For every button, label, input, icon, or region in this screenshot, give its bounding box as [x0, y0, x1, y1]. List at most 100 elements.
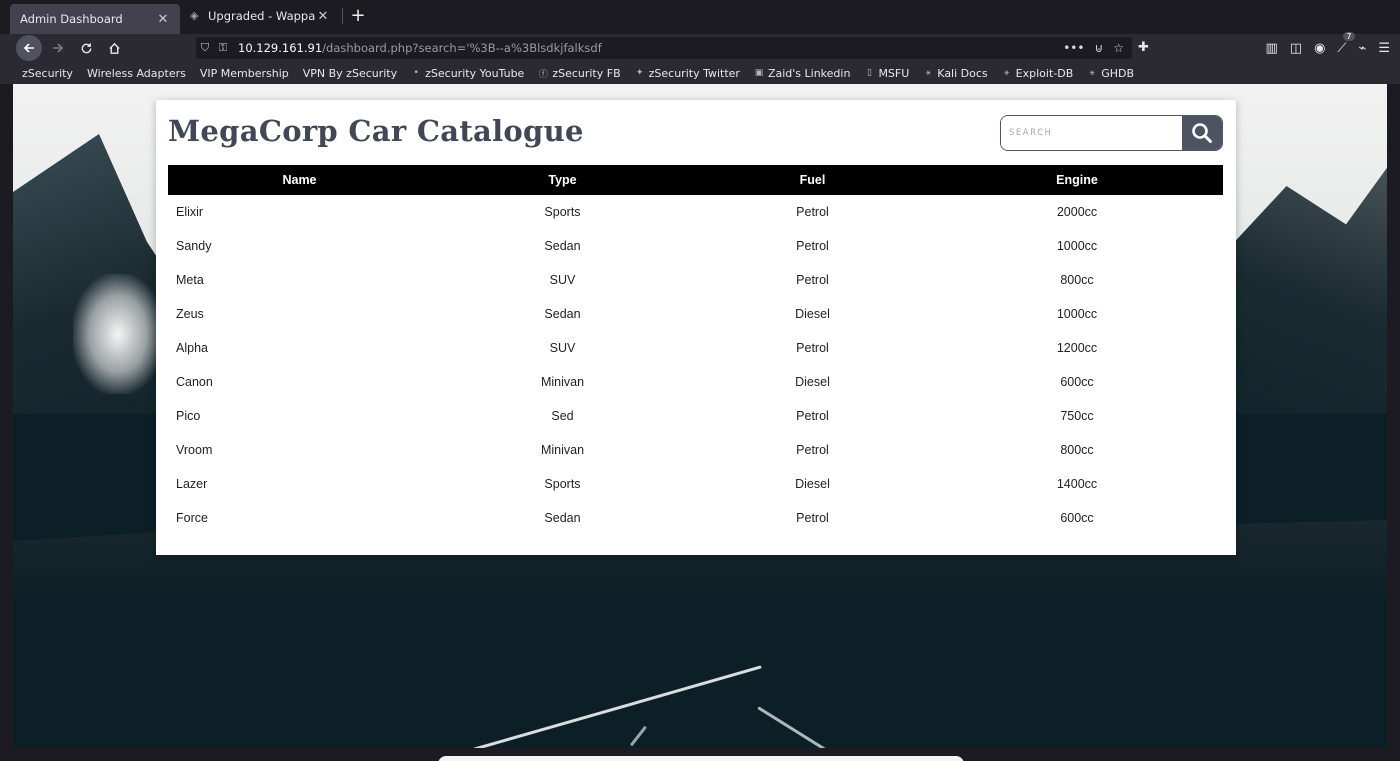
cell-fuel: Diesel — [795, 477, 830, 491]
shield-icon[interactable]: ⛉ — [196, 41, 214, 55]
cell-type: SUV — [549, 341, 576, 355]
cell-fuel: Petrol — [796, 511, 829, 525]
page-info-icon[interactable]: ⚿ — [214, 41, 232, 55]
bottom-notification — [438, 756, 964, 761]
reload-button[interactable] — [74, 36, 98, 60]
library-icon[interactable]: ▥ — [1265, 41, 1277, 56]
bookmark-youtube[interactable]: • zSecurity YouTube — [411, 67, 524, 80]
bookmark-linkedin[interactable]: ▣ Zaid's Linkedin — [754, 66, 851, 80]
cell-engine: 800cc — [1060, 443, 1094, 457]
close-tab-icon[interactable]: ✕ — [156, 12, 170, 27]
table-row: Meta SUV Petrol 800cc — [168, 263, 1223, 297]
menu-icon[interactable]: ☰ — [1378, 41, 1390, 56]
cell-type: Minivan — [540, 375, 585, 389]
cell-fuel: Petrol — [796, 443, 829, 457]
tab-separator — [342, 8, 343, 24]
bookmark-msfu[interactable]: ▯ MSFU — [864, 67, 909, 80]
bookmark-label: MSFU — [878, 66, 910, 80]
bookmark-fb[interactable]: ⓕ zSecurity FB — [538, 66, 621, 80]
twitter-icon: ✦ — [635, 68, 644, 78]
wappalyzer-icon: ◈ — [190, 9, 199, 22]
table-header-row: Name Type Fuel Engine — [168, 165, 1223, 195]
bookmark-label: Zaid's Linkedin — [767, 66, 851, 80]
cell-fuel: Petrol — [796, 205, 829, 219]
address-bar[interactable]: ⛉ ⚿ 10.129.161.91 /dashboard.php?search=… — [196, 37, 1132, 59]
table-row: Alpha SUV Petrol 1200cc — [168, 331, 1223, 365]
wappalyzer-extension-icon[interactable]: ⟋ 7 — [1337, 31, 1355, 56]
cell-name: Meta — [176, 273, 204, 287]
catalogue-panel: MegaCorp Car Catalogue Name Type Fuel — [156, 100, 1236, 555]
cell-fuel: Diesel — [795, 375, 830, 389]
car-catalogue-table: Name Type Fuel Engine Elixir Sports Petrol… — [168, 165, 1223, 535]
cell-engine: 750cc — [1060, 409, 1094, 423]
msfu-icon: ▯ — [866, 68, 872, 78]
forward-arrow-icon — [53, 43, 64, 53]
bookmark-exploit-db[interactable]: ⚹ Exploit-DB — [1002, 67, 1073, 80]
cell-engine: 1000cc — [1056, 239, 1098, 253]
new-tab-button[interactable]: + — [345, 4, 371, 30]
cell-type: Minivan — [540, 443, 585, 457]
column-header-fuel: Fuel — [799, 173, 826, 187]
table-row: Force Sedan Petrol 600cc — [168, 501, 1223, 535]
extensions-icon[interactable]: ✚ — [1138, 40, 1149, 55]
column-header-name: Name — [282, 173, 317, 187]
search-button[interactable] — [1182, 116, 1222, 150]
bookmark-label: zSecurity Twitter — [648, 66, 740, 80]
cell-fuel: Petrol — [796, 273, 829, 287]
sidebar-icon[interactable]: ◫ — [1290, 41, 1302, 56]
cell-engine: 1400cc — [1056, 477, 1098, 491]
home-button[interactable] — [102, 36, 126, 60]
column-header-type: Type — [548, 173, 577, 187]
bookmark-label: GHDB — [1101, 66, 1135, 80]
table-body: Elixir Sports Petrol 2000cc Sandy Sedan Petrol… — [168, 195, 1223, 535]
account-icon[interactable]: ◉ — [1314, 41, 1325, 56]
cell-fuel: Petrol — [796, 341, 829, 355]
page-title: MegaCorp Car Catalogue — [168, 114, 584, 148]
bookmark-label: VIP Membership — [199, 66, 289, 80]
url-host: 10.129.161.91 — [238, 41, 323, 55]
extension-icon[interactable]: ⌁ — [1359, 41, 1367, 56]
bookmark-label: zSecurity YouTube — [425, 66, 525, 80]
cell-type: Sedan — [544, 239, 581, 253]
cell-name: Force — [176, 511, 208, 525]
tab-strip: Admin Dashboard ✕ ◈ Upgraded - Wappalyze… — [0, 0, 1400, 34]
table-row: Vroom Minivan Petrol 800cc — [168, 433, 1223, 467]
table-row: Lazer Sports Diesel 1400cc — [168, 467, 1223, 501]
tab-wappalyzer[interactable]: ◈ Upgraded - Wappalyzer ✕ — [180, 2, 340, 30]
bookmark-twitter[interactable]: ✦ zSecurity Twitter — [635, 67, 740, 80]
table-row: Zeus Sedan Diesel 1000cc — [168, 297, 1223, 331]
page-actions-icon[interactable]: ••• — [1063, 41, 1084, 55]
cell-name: Zeus — [176, 307, 204, 321]
bookmark-label: zSecurity — [22, 66, 73, 80]
bookmark-ghdb[interactable]: ⚹ GHDB — [1087, 66, 1135, 80]
forward-button[interactable] — [46, 36, 70, 60]
search-input[interactable] — [1001, 116, 1182, 150]
table-row: Elixir Sports Petrol 2000cc — [168, 195, 1223, 229]
bookmark-wireless-adapters[interactable]: Wireless Adapters — [87, 67, 186, 80]
cell-engine: 1000cc — [1056, 307, 1098, 321]
back-button[interactable] — [16, 35, 42, 61]
cell-engine: 800cc — [1060, 273, 1094, 287]
cell-fuel: Diesel — [795, 307, 830, 321]
toolbar-right: ▥ ◫ ◉ ⟋ 7 ⌁ ☰ — [1265, 31, 1390, 62]
reload-icon — [81, 42, 91, 53]
bookmark-star-icon[interactable]: ☆ — [1113, 41, 1124, 55]
tab-admin-dashboard[interactable]: Admin Dashboard ✕ — [10, 4, 180, 34]
navigation-toolbar: ⛉ ⚿ 10.129.161.91 /dashboard.php?search=… — [0, 31, 1400, 62]
cell-type: Sedan — [544, 511, 581, 525]
search-icon — [1192, 123, 1212, 143]
bookmark-vpn[interactable]: VPN By zSecurity — [303, 67, 397, 80]
bookmarks-toolbar: zSecurity Wireless Adapters VIP Membersh… — [0, 62, 1400, 84]
bookmark-zsecurity[interactable]: zSecurity — [22, 67, 73, 80]
cell-type: Sports — [544, 205, 581, 219]
close-tab-icon[interactable]: ✕ — [316, 9, 330, 24]
page-viewport[interactable]: MegaCorp Car Catalogue Name Type Fuel — [13, 84, 1387, 748]
bookmark-kali-docs[interactable]: ⚹ Kali Docs — [923, 67, 988, 80]
pocket-icon[interactable]: ⊍ — [1094, 41, 1103, 55]
tab-label: Upgraded - Wappalyzer — [208, 9, 316, 23]
bookmark-label: zSecurity FB — [552, 66, 621, 80]
cell-name: Sandy — [176, 239, 212, 253]
cell-engine: 1200cc — [1056, 341, 1098, 355]
bookmark-vip-membership[interactable]: VIP Membership — [200, 67, 289, 80]
cell-type: Sed — [551, 409, 574, 423]
